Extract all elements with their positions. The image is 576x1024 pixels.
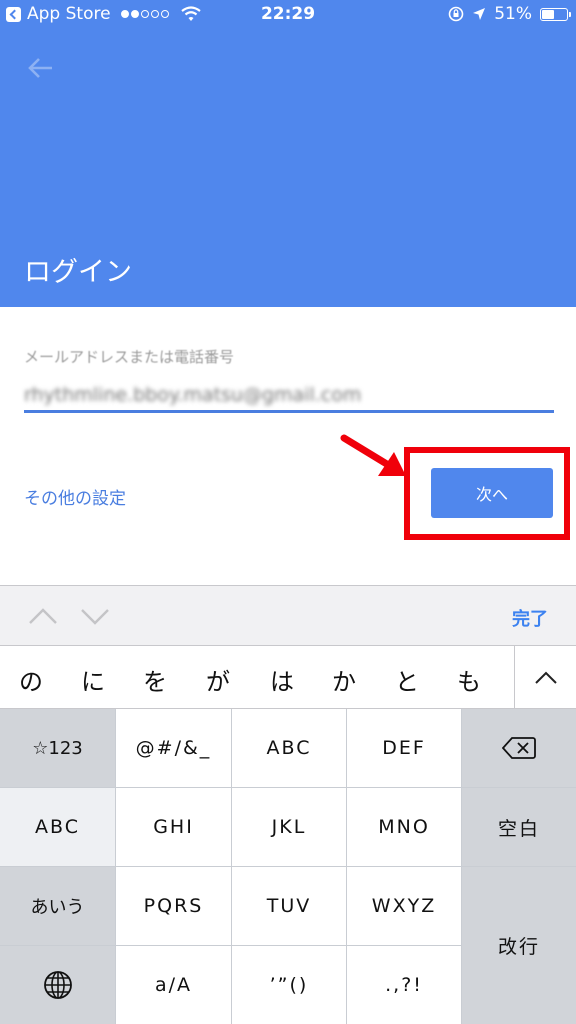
chevron-down-icon[interactable] — [80, 605, 110, 627]
key-at-symbols[interactable]: @#/&_ — [116, 709, 231, 787]
globe-key[interactable] — [0, 946, 115, 1024]
key-pqrs[interactable]: PQRS — [116, 867, 231, 945]
status-bar: App Store 22:29 51% — [0, 0, 576, 30]
email-field-label: メールアドレスまたは電話番号 — [24, 348, 235, 366]
keyboard-toolbar: 完了 — [0, 585, 576, 646]
app-header: App Store 22:29 51% ログイン — [0, 0, 576, 307]
candidate-item[interactable]: の — [11, 662, 51, 697]
candidate-item[interactable]: も — [449, 662, 489, 697]
page-title: ログイン — [24, 257, 132, 288]
candidate-item[interactable]: と — [387, 662, 427, 697]
annotation-arrow-icon — [340, 434, 406, 476]
candidate-item[interactable]: は — [262, 662, 302, 697]
orientation-lock-icon — [448, 6, 464, 22]
back-arrow-icon[interactable] — [26, 54, 56, 82]
key-def[interactable]: DEF — [347, 709, 461, 787]
candidate-item[interactable]: を — [135, 662, 175, 697]
location-icon — [473, 8, 486, 20]
keyboard: ☆123 @#/&_ ABC DEF ABC GHI JKL MNO 空白 あい… — [0, 709, 576, 1024]
key-abc[interactable]: ABC — [232, 709, 346, 787]
battery-percent: 51% — [494, 4, 532, 24]
candidate-bar: の に を が は か と も — [0, 646, 576, 709]
delete-key[interactable] — [462, 709, 576, 787]
email-field-underline — [24, 410, 554, 413]
return-key[interactable]: 改行 — [462, 867, 576, 1024]
key-jkl[interactable]: JKL — [232, 788, 346, 866]
chevron-up-icon — [535, 671, 557, 684]
key-case-toggle[interactable]: a/A — [116, 946, 231, 1024]
battery-icon — [540, 7, 571, 21]
candidate-item[interactable]: か — [324, 662, 364, 697]
done-button[interactable]: 完了 — [512, 605, 548, 631]
key-symbols-123[interactable]: ☆123 — [0, 709, 115, 787]
key-mno[interactable]: MNO — [347, 788, 461, 866]
expand-candidates-button[interactable] — [514, 646, 576, 709]
key-tuv[interactable]: TUV — [232, 867, 346, 945]
key-punctuation[interactable]: .,?! — [347, 946, 461, 1024]
status-right: 51% — [448, 4, 571, 24]
key-wxyz[interactable]: WXYZ — [347, 867, 461, 945]
key-quotes[interactable]: ’”() — [232, 946, 346, 1024]
email-field[interactable]: rhythmline.bboy.matsu@gmail.com — [24, 384, 361, 406]
annotation-highlight-box — [404, 447, 570, 540]
candidate-item[interactable]: に — [73, 662, 113, 697]
delete-icon — [502, 737, 536, 759]
key-ghi[interactable]: GHI — [116, 788, 231, 866]
key-abc-mode[interactable]: ABC — [0, 788, 115, 866]
other-settings-link[interactable]: その他の設定 — [24, 484, 126, 509]
space-key[interactable]: 空白 — [462, 788, 576, 866]
globe-icon — [43, 971, 72, 999]
chevron-up-icon[interactable] — [28, 605, 58, 627]
key-kana-mode[interactable]: あいう — [0, 867, 115, 945]
candidate-item[interactable]: が — [198, 662, 238, 697]
